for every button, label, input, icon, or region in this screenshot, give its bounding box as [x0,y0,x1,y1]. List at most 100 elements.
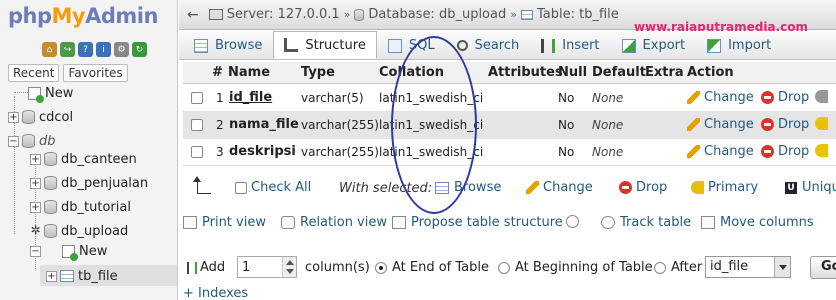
drop-icon [761,91,774,104]
docs-icon[interactable]: i [96,42,111,57]
row-name[interactable]: id_file [229,90,272,105]
table-icon [60,270,74,282]
expand-icon[interactable]: + [8,111,19,123]
eye-icon [601,216,615,229]
tab-structure[interactable]: Structure [273,31,377,59]
drop-button[interactable]: Drop [761,117,809,132]
expand-icon[interactable]: + [30,201,41,213]
tree-item-tb-file[interactable]: + tb_file [46,265,118,287]
database-icon [44,176,57,190]
after-radio[interactable]: After [654,260,702,275]
collapse-icon[interactable]: − [30,245,41,257]
tree-item-new-table[interactable]: − New [30,240,107,262]
row-name[interactable]: deskripsi [229,144,296,159]
add-count-value: 1 [242,259,251,275]
collapse-icon[interactable]: − [8,135,19,147]
breadcrumb-server[interactable]: Server: 127.0.0.1 [208,7,340,22]
tree-item-label: db [39,133,56,149]
breadcrumb-table[interactable]: Table: tb_file [520,7,619,22]
insert-icon [541,38,556,53]
primary-key-button[interactable] [815,144,832,157]
at-end-label: At End of Table [392,260,490,275]
at-end-radio[interactable]: At End of Table [375,260,489,275]
tree-item-label: db_canteen [61,151,137,167]
database-icon [44,224,57,238]
row-checkbox[interactable] [191,146,203,158]
help-icon[interactable]: ? [78,42,93,57]
settings-icon[interactable]: ⚙ [114,42,129,57]
track-table-link[interactable]: Track table [601,215,691,230]
tree-item-db-upload[interactable]: ✲ db_upload [30,220,128,242]
tab-export[interactable]: Export [611,32,697,59]
go-button[interactable]: Go [810,256,836,279]
column-header-name[interactable]: Name [228,65,270,80]
check-all[interactable]: Check All [235,180,311,195]
tab-insert[interactable]: Insert [530,32,610,59]
recent-tab[interactable]: Recent [8,64,60,82]
at-beginning-radio-button[interactable] [498,261,510,274]
drop-button[interactable]: Drop [761,144,809,159]
expand-icon[interactable]: + [46,270,57,282]
collapse-arrow-icon[interactable]: ← [187,7,199,23]
tab-search-label: Search [474,38,520,53]
breadcrumb-database[interactable]: Database: db_upload [354,7,506,22]
change-button[interactable]: Change [687,144,754,159]
tab-browse[interactable]: Browse [183,32,273,59]
key-icon [815,117,828,130]
row-checkbox[interactable] [191,92,203,104]
drop-label: Drop [778,90,810,105]
row-checkbox[interactable] [191,119,203,131]
print-view-link[interactable]: Print view [183,215,266,230]
row-type: varchar(255) [301,118,379,132]
logo-admin: Admin [85,4,158,28]
tree-item-db-canteen[interactable]: + db_canteen [30,148,137,170]
after-field-select[interactable]: id_file [705,256,791,278]
bulk-change-button[interactable]: Change [526,180,593,195]
logo-php: php [8,4,52,28]
tree-item-label: db_upload [61,223,129,239]
add-count-stepper[interactable] [282,257,296,277]
tab-structure-label: Structure [305,37,366,53]
tab-import[interactable]: Import [696,32,782,59]
relation-view-label: Relation view [300,215,387,230]
add-count-input[interactable]: 1 [237,256,297,278]
tree-item-cdcol[interactable]: + cdcol [8,106,73,128]
change-button[interactable]: Change [687,90,754,105]
after-field-value: id_file [710,259,749,274]
at-beginning-radio[interactable]: At Beginning of Table [498,260,653,275]
bulk-drop-button[interactable]: Drop [619,180,667,195]
move-columns-link[interactable]: Move columns [701,215,814,230]
expand-icon[interactable]: + [30,153,41,165]
at-end-radio-button[interactable] [375,261,387,274]
pencil-icon [687,145,700,158]
bulk-unique-button[interactable]: U Uniqu [785,180,836,195]
help-icon[interactable] [566,215,584,228]
expand-icon[interactable]: + [30,177,41,189]
breadcrumb-table-label: Table: tb_file [536,7,619,22]
primary-key-button[interactable] [815,90,832,103]
propose-structure-link[interactable]: Propose table structure [392,215,563,230]
home-icon[interactable]: ⌂ [42,42,57,57]
change-button[interactable]: Change [687,117,754,132]
tree-item-db-tutorial[interactable]: + db_tutorial [30,196,131,218]
loading-icon[interactable]: ✲ [30,224,41,237]
structure-icon [284,38,299,52]
check-all-checkbox[interactable] [235,181,247,194]
relation-view-link[interactable]: Relation view [281,215,387,230]
add-column-icon [187,261,197,274]
reload-icon[interactable]: ↻ [132,42,147,57]
primary-key-button[interactable] [815,117,832,130]
tree-item-db-penjualan[interactable]: + db_penjualan [30,172,148,194]
favorites-tab[interactable]: Favorites [63,64,128,82]
drop-icon [761,145,774,158]
phpmyadmin-logo[interactable]: phpMyAdmin [8,4,158,28]
sql-icon [387,38,402,53]
bulk-primary-button[interactable]: Primary [691,180,758,195]
logout-icon[interactable]: ↪ [60,42,75,57]
row-name[interactable]: nama_file [229,117,299,132]
tree-item-new[interactable]: New [28,82,73,104]
table-tools: Print view Relation view Propose table s… [183,215,836,235]
after-radio-button[interactable] [654,261,666,274]
indexes-link[interactable]: + Indexes [183,286,248,300]
drop-button[interactable]: Drop [761,90,809,105]
